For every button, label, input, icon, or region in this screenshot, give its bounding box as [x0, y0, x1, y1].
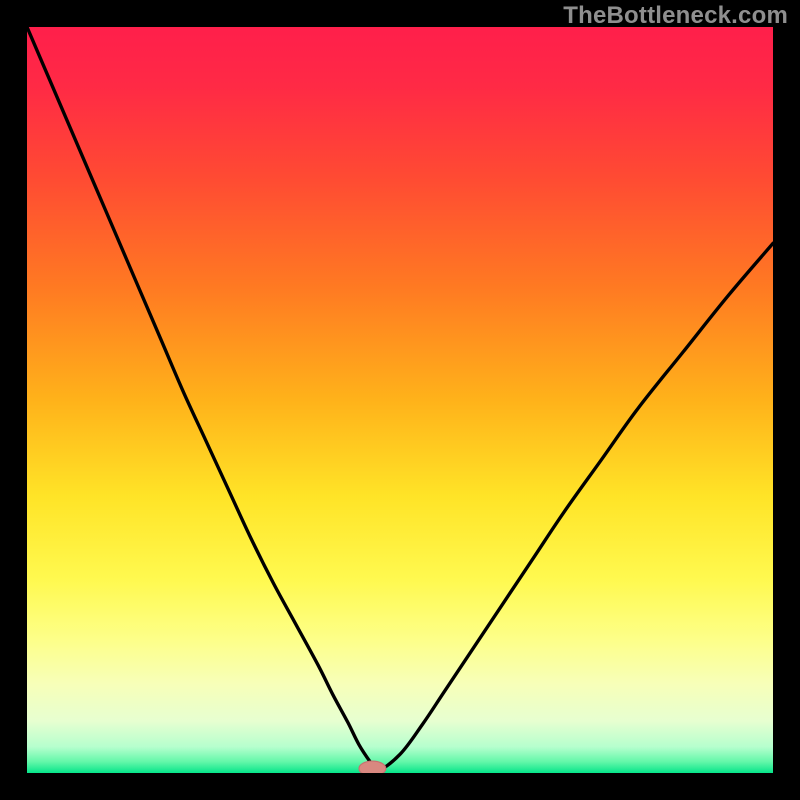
- gradient-background: [27, 27, 773, 773]
- watermark-text: TheBottleneck.com: [563, 2, 788, 30]
- optimum-marker: [359, 761, 386, 773]
- bottleneck-plot: [27, 27, 773, 773]
- chart-frame: TheBottleneck.com: [0, 0, 800, 800]
